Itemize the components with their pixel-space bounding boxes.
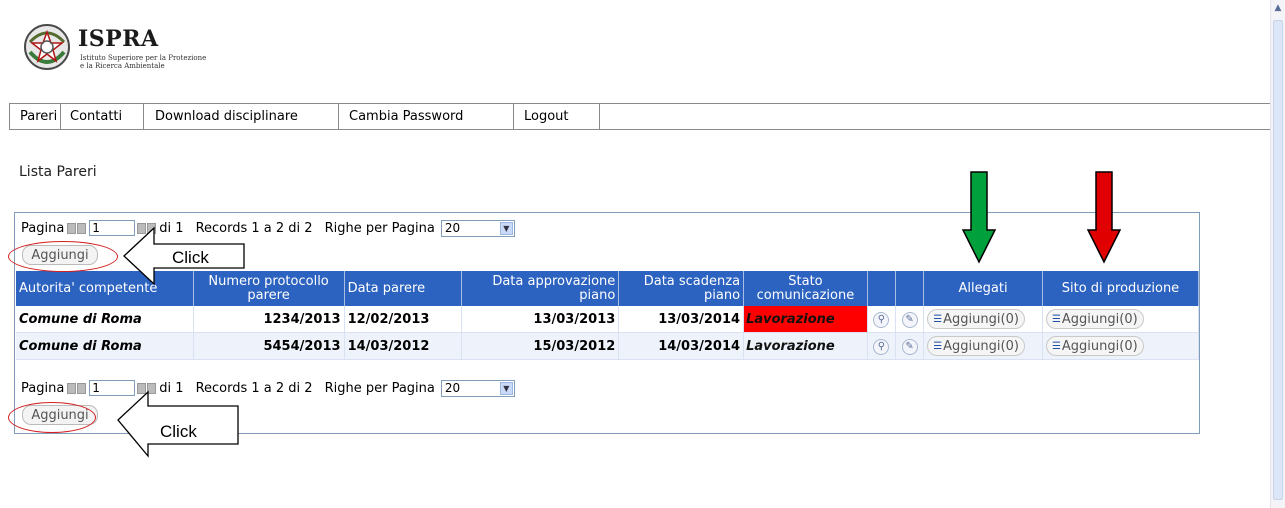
cell-data-approvazione: 15/03/2012 <box>461 332 620 360</box>
magnifier-icon[interactable]: ⚲ <box>873 311 890 328</box>
cell-ente: Comune di Roma <box>16 332 194 360</box>
pager-top: Pagina di 1 Records 1 a 2 di 2 Righe per… <box>21 217 515 239</box>
pager-label: Pagina <box>21 220 65 236</box>
col-data-scadenza[interactable]: Data scadenza piano <box>618 271 745 306</box>
col-edit <box>895 271 925 306</box>
rows-per-page-select[interactable]: 20 ▼ <box>440 379 515 397</box>
allegati-add-label: Aggiungi(0) <box>943 311 1019 327</box>
rows-per-page-value: 20 <box>444 221 461 235</box>
allegati-add-button[interactable]: ☰ Aggiungi(0) <box>927 336 1025 356</box>
nav-pareri[interactable]: Pareri <box>10 104 61 129</box>
chevron-down-icon: ▼ <box>499 381 513 395</box>
cell-edit: ✎ <box>895 332 925 360</box>
chevron-down-icon: ▼ <box>499 221 513 235</box>
pager-bottom: Pagina di 1 Records 1 a 2 di 2 Righe per… <box>21 377 515 399</box>
cell-data-scadenza: 13/03/2014 <box>618 306 745 333</box>
cell-view: ⚲ <box>867 332 897 360</box>
cell-sito: ☰ Aggiungi(0) <box>1042 306 1200 333</box>
cell-sito: ☰ Aggiungi(0) <box>1042 332 1200 360</box>
nav-logout[interactable]: Logout <box>514 104 600 129</box>
cell-view: ⚲ <box>867 306 897 333</box>
main-nav: Pareri Contatti Download disciplinare Ca… <box>9 103 1271 130</box>
ispra-logo: ISPRA Istituto Superiore per la Protezio… <box>20 14 215 74</box>
nav-cambia-password[interactable]: Cambia Password <box>339 104 514 129</box>
tree-icon: ☰ <box>933 340 943 352</box>
highlight-ellipse-bottom <box>8 402 96 433</box>
scrollbar-thumb[interactable] <box>1273 20 1283 500</box>
col-view <box>867 271 897 306</box>
rows-per-page-select[interactable]: 20 ▼ <box>440 219 515 237</box>
col-stato[interactable]: Stato comunicazione <box>743 271 868 306</box>
allegati-add-button[interactable]: ☰ Aggiungi(0) <box>927 309 1025 329</box>
green-arrow <box>961 171 997 264</box>
col-allegati[interactable]: Allegati <box>923 271 1043 306</box>
sito-add-label: Aggiungi(0) <box>1061 311 1138 327</box>
cell-data-parere: 12/02/2013 <box>344 306 463 333</box>
rows-per-page-label: Righe per Pagina <box>324 220 435 236</box>
cell-allegati: ☰ Aggiungi(0) <box>923 332 1043 360</box>
nav-download-disciplinare[interactable]: Download disciplinare <box>144 104 339 129</box>
cell-stato: Lavorazione <box>743 332 868 360</box>
click-label-top: Click <box>172 248 209 267</box>
rows-per-page-value: 20 <box>444 381 461 395</box>
pager-label: Pagina <box>21 380 65 396</box>
chevron-up-icon[interactable]: ▲ <box>1273 2 1283 14</box>
vertical-scrollbar[interactable]: ▲ <box>1270 0 1285 508</box>
pager-first-icon[interactable] <box>67 382 77 394</box>
table-row: Comune di Roma 5454/2013 14/03/2012 15/0… <box>16 332 1200 360</box>
brand-name: ISPRA <box>78 26 159 52</box>
nav-contatti[interactable]: Contatti <box>61 104 144 129</box>
pager-prev-icon[interactable] <box>77 222 87 234</box>
sito-add-button[interactable]: ☰ Aggiungi(0) <box>1045 309 1144 329</box>
cell-allegati: ☰ Aggiungi(0) <box>923 306 1043 333</box>
edit-icon[interactable]: ✎ <box>901 311 918 328</box>
emblem-icon <box>24 24 70 70</box>
cell-data-parere: 14/03/2012 <box>344 332 463 360</box>
cell-edit: ✎ <box>895 306 925 333</box>
tree-icon: ☰ <box>1051 340 1061 352</box>
col-sito-produzione[interactable]: Sito di produzione <box>1042 271 1200 306</box>
cell-ente: Comune di Roma <box>16 306 194 333</box>
sito-add-label: Aggiungi(0) <box>1061 338 1138 354</box>
click-label-bottom: Click <box>160 422 197 441</box>
col-data-parere[interactable]: Data parere <box>344 271 463 306</box>
cell-data-scadenza: 14/03/2014 <box>618 332 745 360</box>
tree-icon: ☰ <box>1051 313 1061 325</box>
cell-stato: Lavorazione <box>743 306 868 333</box>
table-row: Comune di Roma 1234/2013 12/02/2013 13/0… <box>16 306 1200 333</box>
magnifier-icon[interactable]: ⚲ <box>873 338 890 355</box>
col-data-approvazione[interactable]: Data approvazione piano <box>461 271 620 306</box>
pager-first-icon[interactable] <box>67 222 77 234</box>
highlight-ellipse-top <box>8 241 118 272</box>
brand-subtitle-2: e la Ricerca Ambientale <box>80 62 165 70</box>
cell-protocollo: 1234/2013 <box>193 306 345 333</box>
page-title: Lista Pareri <box>19 164 97 180</box>
brand-subtitle-1: Istituto Superiore per la Protezione <box>80 54 207 62</box>
edit-icon[interactable]: ✎ <box>901 338 918 355</box>
cell-data-approvazione: 13/03/2013 <box>461 306 620 333</box>
rows-per-page-label: Righe per Pagina <box>324 380 435 396</box>
sito-add-button[interactable]: ☰ Aggiungi(0) <box>1045 336 1144 356</box>
tree-icon: ☰ <box>933 313 943 325</box>
red-arrow <box>1086 171 1122 264</box>
pager-prev-icon[interactable] <box>77 382 87 394</box>
allegati-add-label: Aggiungi(0) <box>943 338 1019 354</box>
cell-protocollo: 5454/2013 <box>193 332 345 360</box>
